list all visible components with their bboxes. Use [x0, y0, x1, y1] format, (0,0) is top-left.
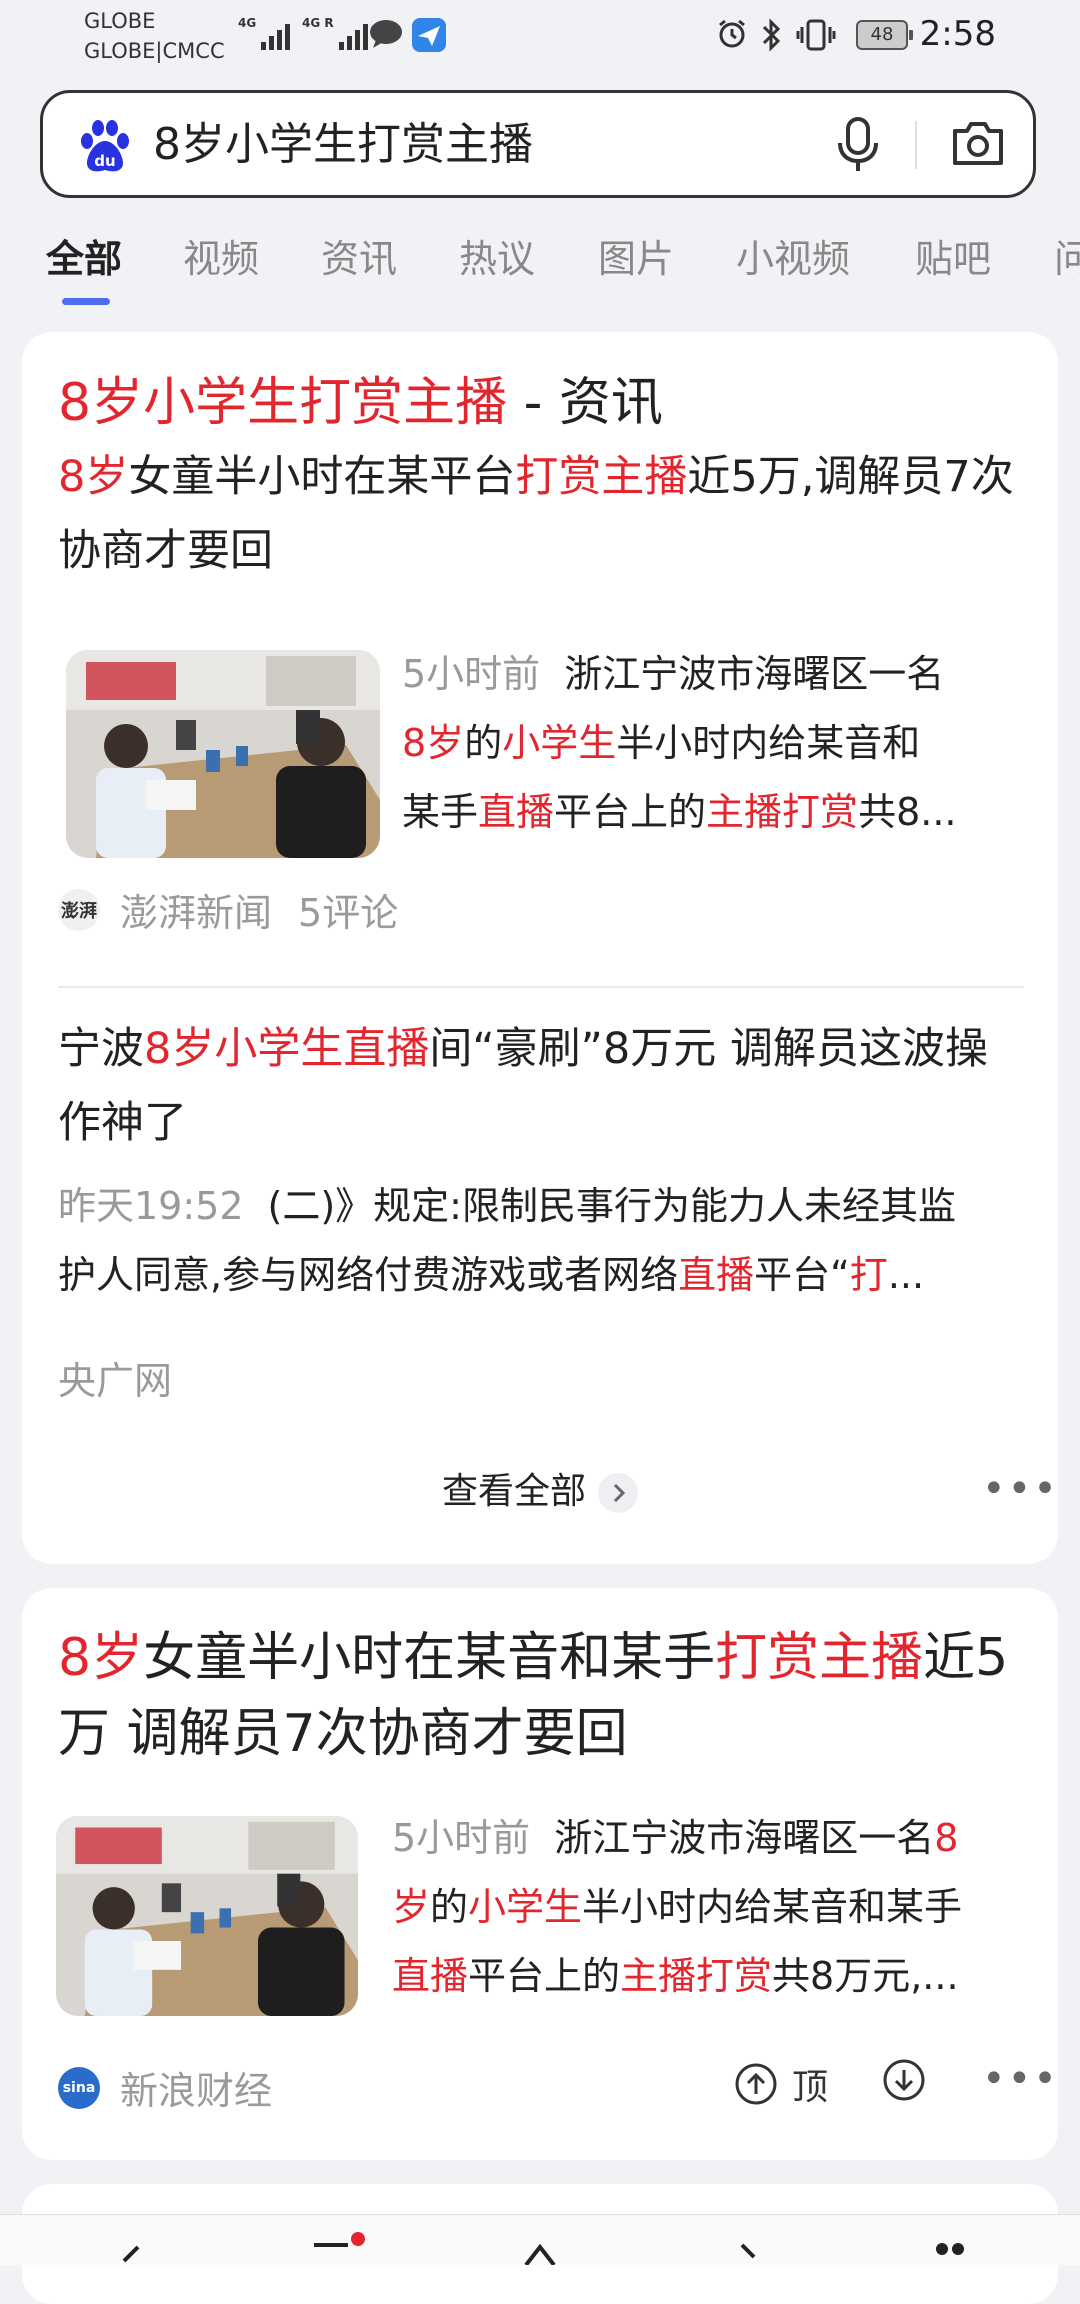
voice-search-icon[interactable]: [835, 115, 881, 175]
news-source-row: 央广网: [58, 1350, 172, 1405]
news-thumbnail[interactable]: [56, 1816, 358, 2016]
news-thumbnail[interactable]: [66, 650, 380, 858]
news-time: 5小时前: [402, 652, 541, 696]
network-type-1: 4G: [238, 16, 257, 30]
news-time: 昨天19:52: [58, 1184, 244, 1228]
news-item-title[interactable]: 宁波8岁小学生直播间“豪刷”8万元 调解员这波操作神了: [58, 1012, 1018, 1160]
carrier-1: GLOBE: [84, 9, 156, 33]
tab-discussion[interactable]: 热议: [459, 228, 535, 283]
vibrate-icon: [796, 19, 836, 51]
status-bar: GLOBE GLOBE|CMCC 4G 4G R 48 2:58: [0, 0, 1080, 72]
view-all-button[interactable]: 查看全部: [22, 1462, 1058, 1514]
news-card: 8岁女童半小时在某音和某手打赏主播近5万 调解员7次协商才要回 5小时前 浙江宁波…: [22, 1588, 1058, 2160]
signal-2-icon: 4G R: [302, 16, 368, 50]
clock: 2:58: [919, 14, 996, 54]
menu-icon[interactable]: [310, 2231, 370, 2265]
tab-news[interactable]: 资讯: [321, 228, 397, 283]
carrier-label: GLOBE GLOBE|CMCC: [84, 6, 225, 66]
tab-questions[interactable]: 问: [1054, 228, 1080, 283]
meeting-photo-image: [56, 1816, 358, 2016]
back-icon[interactable]: [110, 2241, 150, 2265]
news-item-snippet[interactable]: 昨天19:52 (二)》规定:限制民事行为能力人未经其监 护人同意,参与网络付费游…: [58, 1172, 1038, 1310]
tab-video[interactable]: 视频: [183, 228, 259, 283]
camera-search-icon[interactable]: [949, 115, 1007, 173]
profile-icon[interactable]: [930, 2235, 970, 2265]
signal-1-icon: 4G: [238, 16, 291, 50]
news-source[interactable]: 澎湃新闻: [120, 882, 272, 937]
news-item-snippet[interactable]: 5小时前 浙江宁波市海曙区一名8 岁的小学生半小时内给某音和某手 直播平台上的主播…: [392, 1804, 1042, 2011]
network-type-2: 4G R: [302, 16, 334, 30]
search-input[interactable]: [153, 117, 753, 173]
news-source[interactable]: 央广网: [58, 1350, 172, 1405]
search-tabs: 全部 视频 资讯 热议 图片 小视频 贴吧 问: [0, 226, 1080, 306]
downvote-button[interactable]: [882, 2058, 926, 2102]
baidu-logo-icon: du: [81, 120, 129, 172]
news-source[interactable]: 新浪财经: [120, 2060, 272, 2115]
more-options-icon[interactable]: •••: [982, 1466, 1059, 1512]
play-icon[interactable]: [730, 2237, 770, 2265]
news-time: 5小时前: [392, 1816, 531, 1860]
bluetooth-icon: [762, 18, 781, 52]
news-item-title[interactable]: 8岁女童半小时在某音和某手打赏主播近5万 调解员7次协商才要回: [58, 1620, 1038, 1772]
bottom-navigation: [0, 2214, 1080, 2265]
svg-text:du: du: [94, 152, 115, 170]
message-icon: [370, 20, 402, 48]
divider: [58, 986, 1024, 988]
thepaper-logo-icon: 澎湃: [58, 888, 100, 931]
search-divider: [915, 121, 917, 169]
meeting-photo-image: [66, 650, 380, 858]
app-notification-icon: [412, 18, 446, 52]
tab-tieba[interactable]: 贴吧: [915, 228, 991, 283]
tab-all[interactable]: 全部: [46, 228, 122, 283]
battery-icon: 48: [856, 20, 913, 50]
active-tab-indicator: [62, 298, 110, 305]
upvote-button[interactable]: 顶: [734, 2058, 828, 2110]
arrow-up-circle-icon: [735, 2063, 777, 2105]
news-card-heading[interactable]: 8岁小学生打赏主播 - 资讯: [58, 368, 663, 438]
chevron-right-icon: [598, 1473, 638, 1513]
sina-logo-icon: sina: [58, 2066, 100, 2109]
search-box[interactable]: du: [40, 90, 1036, 198]
carrier-2: GLOBE|CMCC: [84, 39, 225, 63]
comment-count[interactable]: 5评论: [298, 882, 398, 937]
news-card: 8岁小学生打赏主播 - 资讯 8岁女童半小时在某平台打赏主播近5万,调解员7次协…: [22, 332, 1058, 1564]
news-source-row: 澎湃 澎湃新闻 5评论: [58, 882, 398, 937]
news-item-snippet[interactable]: 5小时前 浙江宁波市海曙区一名 8岁的小学生半小时内给某音和 某手直播平台上的主播…: [402, 640, 1032, 847]
news-item-title[interactable]: 8岁女童半小时在某平台打赏主播近5万,调解员7次协商才要回: [58, 440, 1018, 588]
alarm-icon: [719, 19, 745, 48]
news-source-row: sina 新浪财经: [58, 2060, 272, 2115]
more-options-icon[interactable]: •••: [982, 2056, 1059, 2102]
home-icon[interactable]: [520, 2237, 560, 2265]
tab-images[interactable]: 图片: [598, 228, 674, 283]
tab-short-video[interactable]: 小视频: [736, 228, 850, 283]
